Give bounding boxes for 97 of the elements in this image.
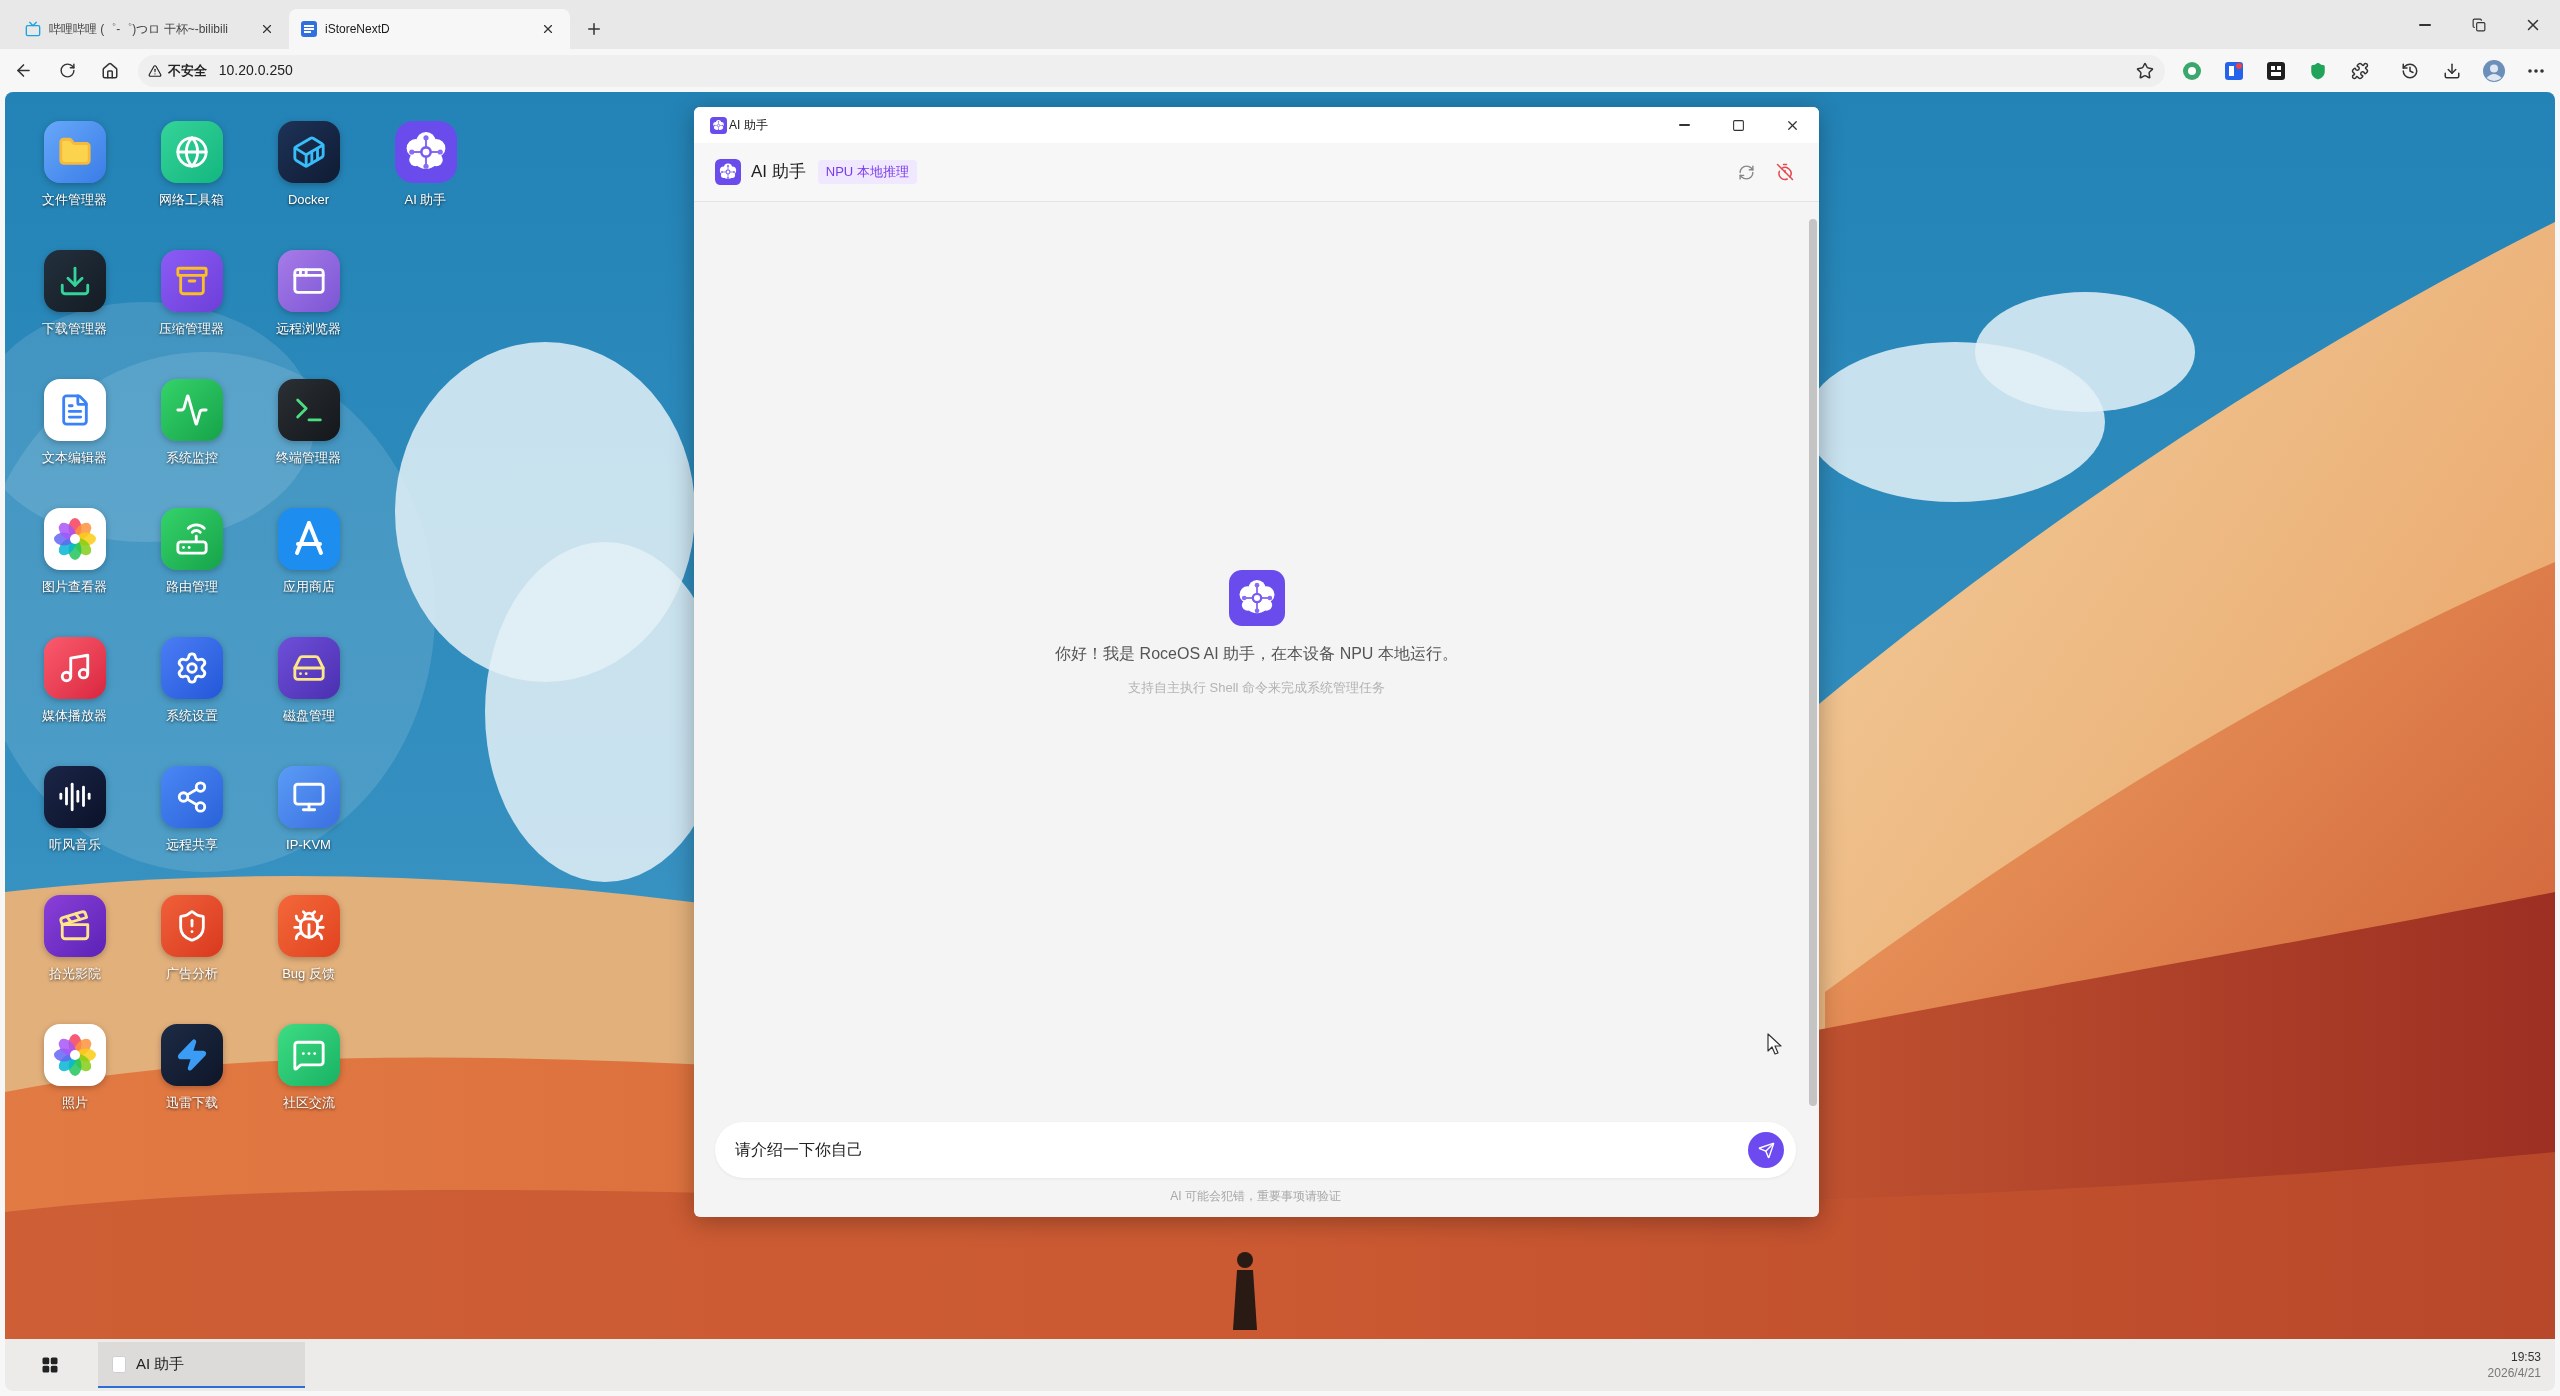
round-extension-icon [2183,61,2202,80]
grid-extension-icon [2267,61,2286,80]
square-extension-icon [2225,61,2244,80]
app-favicon-icon [301,21,317,37]
folder-app-icon [43,121,106,183]
address-bar[interactable]: 不安全 10.20.0.250 [137,54,2165,87]
minimize-icon [1678,124,1690,126]
reload-icon [58,62,76,79]
desktop-shortcut[interactable]: 路由管理 [133,508,250,597]
pulse-app-icon [160,379,223,441]
tv-icon [25,21,41,37]
ai-assistant-logo-icon [1228,570,1285,626]
chat-bubble-app-icon [277,1024,340,1086]
desktop-shortcut[interactable]: 图片查看器 [16,508,133,597]
refresh-icon [1737,163,1755,181]
window-icon [112,1355,126,1373]
minimize-icon [2419,23,2431,26]
document-app-icon [43,379,106,441]
browser-window-app-icon [277,250,340,312]
desktop-shortcut[interactable]: 远程浏览器 [250,250,367,339]
download-app-icon [43,250,106,312]
app-store-app-icon [277,508,340,570]
desktop-shortcut[interactable]: AI 助手 [367,121,484,210]
container-app-icon [277,121,340,183]
ai-assistant-app-icon [394,121,457,183]
desktop-shortcut[interactable]: 磁盘管理 [250,637,367,726]
timer-off-icon [1776,163,1794,181]
shield-icon [2309,61,2328,80]
ai-assistant-logo-icon [710,116,727,134]
desktop-shortcut[interactable]: Bug 反馈 [250,895,367,984]
desktop-shortcut[interactable]: 照片 [16,1024,133,1113]
desktop-shortcut[interactable]: 广告分析 [133,895,250,984]
desktop-shortcut[interactable]: 系统设置 [133,637,250,726]
desktop-shortcut[interactable]: IP-KVM [250,766,367,855]
monitor-app-icon [277,766,340,828]
message-input[interactable]: 请介绍一下你自己 [715,1122,1796,1178]
close-icon [541,22,555,36]
npu-badge: NPU 本地推理 [817,160,917,184]
history-icon [2401,61,2420,80]
security-indicator[interactable]: 不安全 [147,60,207,81]
desktop-shortcut[interactable]: 网络工具箱 [133,121,250,210]
browser-tab[interactable]: iStoreNextD [289,9,570,49]
ai-assistant-logo-icon [715,159,741,185]
desktop-shortcut[interactable]: 社区交流 [250,1024,367,1113]
clock-date: 2026/4/21 [2487,1365,2541,1381]
more-icon [2528,68,2545,73]
router-app-icon [160,508,223,570]
close-icon [260,22,274,36]
avatar-icon [2483,59,2506,82]
desktop-shortcut[interactable]: Docker [250,121,367,210]
desktop-shortcut[interactable]: 拾光影院 [16,895,133,984]
scrollbar-thumb[interactable] [1809,219,1817,1106]
desktop-shortcut[interactable]: 终端管理器 [250,379,367,468]
mouse-pointer-icon [1767,1033,1782,1055]
welcome-greeting: 你好！我是 RoceOS AI 助手，在本设备 NPU 本地运行。 [1055,644,1458,664]
shield-app-icon [160,895,223,957]
disclaimer-text: AI 可能会犯错，重要事项请验证 [1169,1188,1342,1205]
sound-wave-app-icon [43,766,106,828]
desktop-shortcut[interactable]: 系统监控 [133,379,250,468]
flower-app-icon [43,508,106,570]
browser-tab[interactable]: 哔哩哔哩 (゜-゜)つロ 干杯~-bilibili [13,9,289,49]
gear-app-icon [160,637,223,699]
share-app-icon [160,766,223,828]
flower-app-icon [43,1024,106,1086]
send-icon [1757,1141,1775,1159]
desktop-shortcut[interactable]: 下载管理器 [16,250,133,339]
home-icon [101,61,119,80]
welcome-hint: 支持自主执行 Shell 命令来完成系统管理任务 [1127,679,1386,696]
globe-app-icon [160,121,223,183]
url-text: 10.20.0.250 [218,61,293,80]
desktop-shortcut[interactable]: 迅雷下载 [133,1024,250,1113]
clock-time: 19:53 [2510,1349,2541,1365]
clapperboard-app-icon [43,895,106,957]
puzzle-icon [2351,61,2370,80]
music-note-app-icon [43,637,106,699]
star-icon [2136,61,2154,80]
hard-drive-app-icon [277,637,340,699]
archive-app-icon [160,250,223,312]
grid-icon [41,1356,59,1374]
taskbar-item[interactable]: AI 助手 [98,1342,305,1388]
desktop-shortcut[interactable]: 媒体播放器 [16,637,133,726]
window-title: AI 助手 [729,117,768,134]
terminal-app-icon [277,379,340,441]
desktop-shortcut[interactable]: 文件管理器 [16,121,133,210]
assistant-title: AI 助手 [751,161,806,184]
bug-app-icon [277,895,340,957]
plus-icon [585,20,603,38]
restore-icon [2472,17,2486,32]
desktop-shortcut[interactable]: 压缩管理器 [133,250,250,339]
desktop-shortcut[interactable]: 应用商店 [250,508,367,597]
desktop-shortcut[interactable]: 听风音乐 [16,766,133,855]
desktop-shortcut[interactable]: 远程共享 [133,766,250,855]
warning-icon [147,63,162,78]
download-icon [2443,61,2462,80]
maximize-icon [1731,118,1745,132]
lightning-app-icon [160,1024,223,1086]
desktop-shortcut[interactable]: 文本编辑器 [16,379,133,468]
